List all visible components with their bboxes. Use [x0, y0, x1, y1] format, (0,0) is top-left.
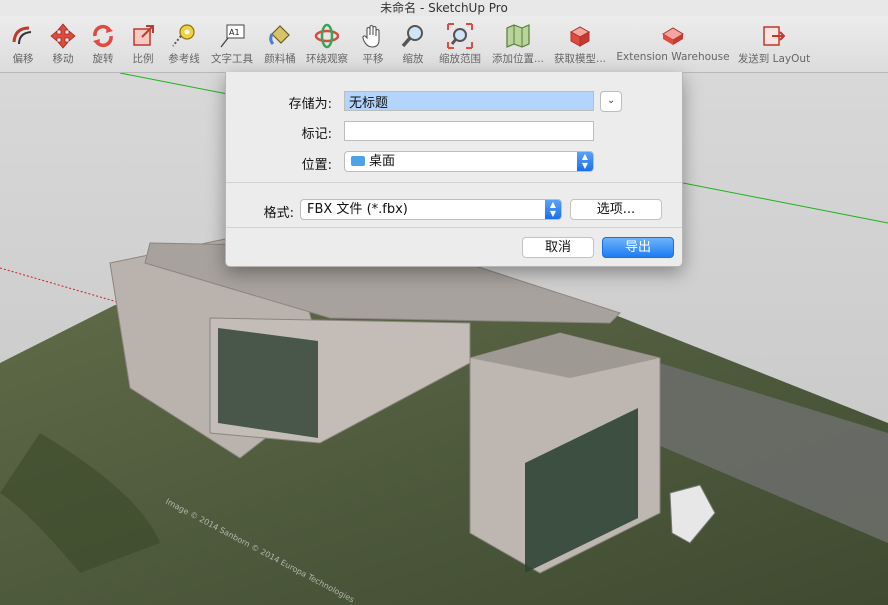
- tool-label: 移动: [52, 53, 74, 65]
- save-as-label: 存储为:: [288, 97, 332, 112]
- expand-dialog-button[interactable]: ⌄: [600, 91, 622, 112]
- get-models-icon: [569, 26, 591, 47]
- separator: [226, 227, 682, 228]
- scale-icon: [133, 25, 154, 46]
- tool-text[interactable]: A1 文字工具: [208, 22, 256, 72]
- separator: [226, 182, 682, 183]
- add-location-icon: [506, 24, 530, 48]
- orbit-icon: [314, 23, 340, 49]
- options-button[interactable]: 选项...: [570, 199, 662, 220]
- tool-label: 添加位置...: [491, 53, 544, 65]
- tool-paint-bucket[interactable]: 颜料桶: [258, 22, 302, 72]
- tool-zoom-extents[interactable]: 缩放范围: [434, 22, 486, 72]
- window-title: 未命名 - SketchUp Pro: [0, 0, 888, 16]
- where-select[interactable]: 桌面 ▲ ▼: [344, 151, 594, 172]
- tool-label: 参考线: [168, 53, 200, 65]
- window-band-left: [218, 328, 318, 438]
- tool-label: 发送到 LayOut: [737, 53, 811, 65]
- tool-get-models[interactable]: 获取模型...: [550, 22, 610, 72]
- move-icon: [50, 23, 76, 49]
- tool-offset[interactable]: 偏移: [4, 22, 42, 72]
- tool-send-to-layout[interactable]: 发送到 LayOut: [734, 22, 814, 72]
- save-as-input[interactable]: [344, 91, 594, 111]
- tool-label: 缩放: [402, 53, 424, 65]
- tool-label: 偏移: [12, 53, 34, 65]
- tape-measure-icon: [172, 24, 195, 47]
- tool-rotate[interactable]: 旋转: [84, 22, 122, 72]
- tool-zoom[interactable]: 缩放: [394, 22, 432, 72]
- updown-arrows-icon: ▲ ▼: [577, 152, 593, 171]
- tool-orbit[interactable]: 环绕观察: [302, 22, 352, 72]
- folder-icon: [351, 156, 365, 166]
- tool-move[interactable]: 移动: [44, 22, 82, 72]
- offset-icon: [12, 26, 32, 45]
- rotate-icon: [93, 24, 113, 48]
- tool-label: 获取模型...: [553, 53, 606, 65]
- toolbar: 偏移 移动 旋转 比例 参考线 A1 文字工具 颜料桶 环绕观察 平移 缩放 缩…: [0, 16, 888, 73]
- zoom-icon: [401, 25, 423, 48]
- text-tool-icon: A1: [220, 24, 245, 48]
- svg-text:A1: A1: [229, 28, 240, 37]
- where-label: 位置:: [301, 158, 332, 173]
- tool-label: 比例: [132, 53, 154, 65]
- format-value: FBX 文件 (*.fbx): [307, 202, 408, 217]
- cancel-button[interactable]: 取消: [522, 237, 594, 258]
- tool-extension-warehouse[interactable]: Extension Warehouse: [614, 22, 732, 72]
- extension-warehouse-icon: [662, 27, 684, 45]
- tool-label: 平移: [362, 53, 384, 65]
- tool-add-location[interactable]: 添加位置...: [488, 22, 548, 72]
- tags-input[interactable]: [344, 121, 594, 141]
- tool-scale[interactable]: 比例: [124, 22, 162, 72]
- export-button[interactable]: 导出: [602, 237, 674, 258]
- tool-label: Extension Warehouse: [616, 51, 730, 63]
- tool-pan[interactable]: 平移: [354, 22, 392, 72]
- format-select[interactable]: FBX 文件 (*.fbx) ▲ ▼: [300, 199, 562, 220]
- where-value: 桌面: [369, 154, 396, 169]
- zoom-extents-icon: [447, 23, 473, 49]
- tool-label: 环绕观察: [306, 53, 348, 65]
- export-dialog: 存储为: ⌄ 标记: 位置: 桌面 ▲▼ 格式: FBX 文件 (*.fbx) …: [225, 72, 683, 267]
- chevron-down-icon: ⌄: [607, 95, 616, 106]
- tool-label: 旋转: [92, 53, 114, 65]
- updown-arrows-icon: ▲ ▼: [545, 200, 561, 219]
- paint-bucket-icon: [269, 25, 290, 46]
- pan-icon: [362, 25, 380, 48]
- tool-label: 文字工具: [211, 53, 253, 65]
- format-label: 格式:: [263, 206, 294, 221]
- tool-label: 颜料桶: [264, 53, 296, 65]
- tool-label: 缩放范围: [439, 53, 481, 65]
- tags-label: 标记:: [301, 127, 332, 142]
- send-to-layout-icon: [763, 26, 786, 46]
- tool-tape-measure[interactable]: 参考线: [162, 22, 206, 72]
